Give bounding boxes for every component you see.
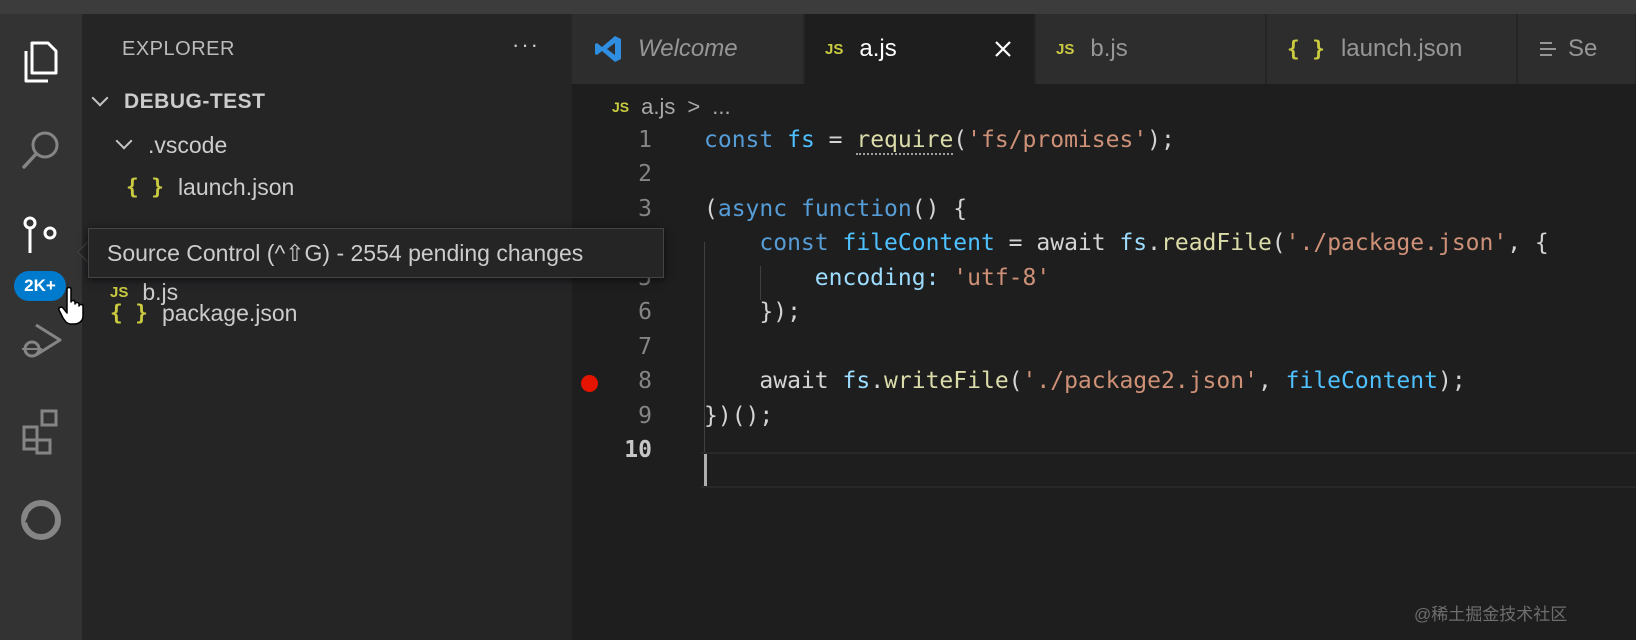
js-icon: JS (825, 40, 844, 58)
tab-label: Welcome (638, 35, 738, 62)
folder-label: .vscode (148, 131, 228, 158)
code-line: 9 })(); (572, 398, 1636, 434)
tab-label: launch.json (1340, 35, 1463, 62)
watermark: @稀土掘金技术社区 (1414, 605, 1568, 624)
code-line: 8 await fs.writeFile('./package2.json', … (572, 363, 1636, 399)
tab-settings[interactable]: Se (1518, 14, 1636, 84)
list-icon (1540, 42, 1556, 56)
code-line: 5 encoding: 'utf-8' (572, 260, 1636, 296)
folder-vscode[interactable]: .vscode (115, 124, 228, 166)
js-icon: JS (1056, 40, 1075, 58)
tab-welcome[interactable]: Welcome (572, 14, 804, 84)
breadcrumb-symbols[interactable]: ... (712, 94, 730, 120)
line-number: 6 (638, 299, 652, 325)
folder-root[interactable]: DEBUG-TEST (91, 81, 266, 123)
sidebar-title: EXPLORER (122, 38, 235, 60)
tab-a-js[interactable]: JS a.js (805, 14, 1035, 84)
tab-label: Se (1568, 35, 1598, 62)
code-line: 3 (async function() { (572, 191, 1636, 227)
chevron-down-icon (115, 132, 133, 150)
code-editor[interactable]: 1 const fs = require('fs/promises'); 2 3… (572, 124, 1636, 640)
code-text: const fs = require('fs/promises'); (704, 127, 1175, 155)
editor-tabs: Welcome JS a.js JS b.js { } launch.json … (572, 14, 1636, 84)
code-text: })(); (704, 403, 774, 429)
code-text: await fs.writeFile('./package2.json', fi… (704, 368, 1466, 394)
code-line: 10 (572, 432, 1636, 468)
file-label: package.json (161, 299, 298, 326)
code-text: }); (704, 299, 801, 325)
chevron-down-icon (91, 89, 109, 107)
activity-bar: 2K+ (0, 14, 82, 640)
code-line: 4 const fileContent = await fs.readFile(… (572, 225, 1636, 261)
file-launch-json[interactable]: { } launch.json (126, 166, 294, 208)
vscode-logo-icon (595, 36, 621, 62)
code-text: encoding: 'utf-8' (814, 265, 1051, 291)
code-line: 7 (572, 329, 1636, 365)
breadcrumb-file[interactable]: a.js (641, 94, 675, 120)
code-text: (async function() { (704, 196, 968, 222)
json-icon: { } (110, 301, 148, 325)
js-icon: JS (612, 99, 630, 115)
folder-root-label: DEBUG-TEST (124, 90, 266, 113)
close-icon[interactable] (992, 38, 1014, 60)
json-icon: { } (126, 175, 164, 199)
source-control-tooltip: Source Control (^⇧G) - 2554 pending chan… (88, 228, 664, 278)
line-number: 7 (638, 334, 652, 360)
breadcrumb[interactable]: JS a.js > ... (612, 94, 731, 120)
code-line: 6 }); (572, 294, 1636, 330)
tab-b-js[interactable]: JS b.js (1036, 14, 1266, 84)
file-label: launch.json (177, 173, 295, 200)
search-icon[interactable] (0, 110, 82, 190)
json-icon: { } (1287, 37, 1325, 61)
line-number: 2 (638, 161, 652, 187)
tab-label: b.js (1090, 35, 1128, 62)
line-number: 10 (624, 437, 652, 463)
tab-label: a.js (859, 35, 897, 62)
source-control-icon[interactable] (0, 196, 82, 276)
hand-pointer-icon (58, 286, 84, 325)
tab-launch-json[interactable]: { } launch.json (1267, 14, 1517, 84)
code-text: const fileContent = await fs.readFile('.… (759, 230, 1549, 256)
explorer-icon[interactable] (0, 22, 82, 102)
line-number: 1 (638, 127, 652, 153)
explorer-sidebar: EXPLORER ··· DEBUG-TEST .vscode { } laun… (82, 14, 572, 640)
code-line: 2 (572, 156, 1636, 192)
line-number: 8 (638, 368, 652, 394)
code-line: 1 const fs = require('fs/promises'); (572, 122, 1636, 158)
text-cursor (704, 454, 707, 486)
line-number: 9 (638, 403, 652, 429)
chevron-right-icon: > (687, 94, 701, 119)
file-package-json[interactable]: { } package.json (110, 292, 297, 334)
line-number: 3 (638, 196, 652, 222)
edge-icon[interactable] (0, 480, 82, 560)
title-strip (0, 0, 1636, 14)
more-actions-icon[interactable]: ··· (512, 32, 540, 58)
extensions-icon[interactable] (0, 390, 82, 470)
